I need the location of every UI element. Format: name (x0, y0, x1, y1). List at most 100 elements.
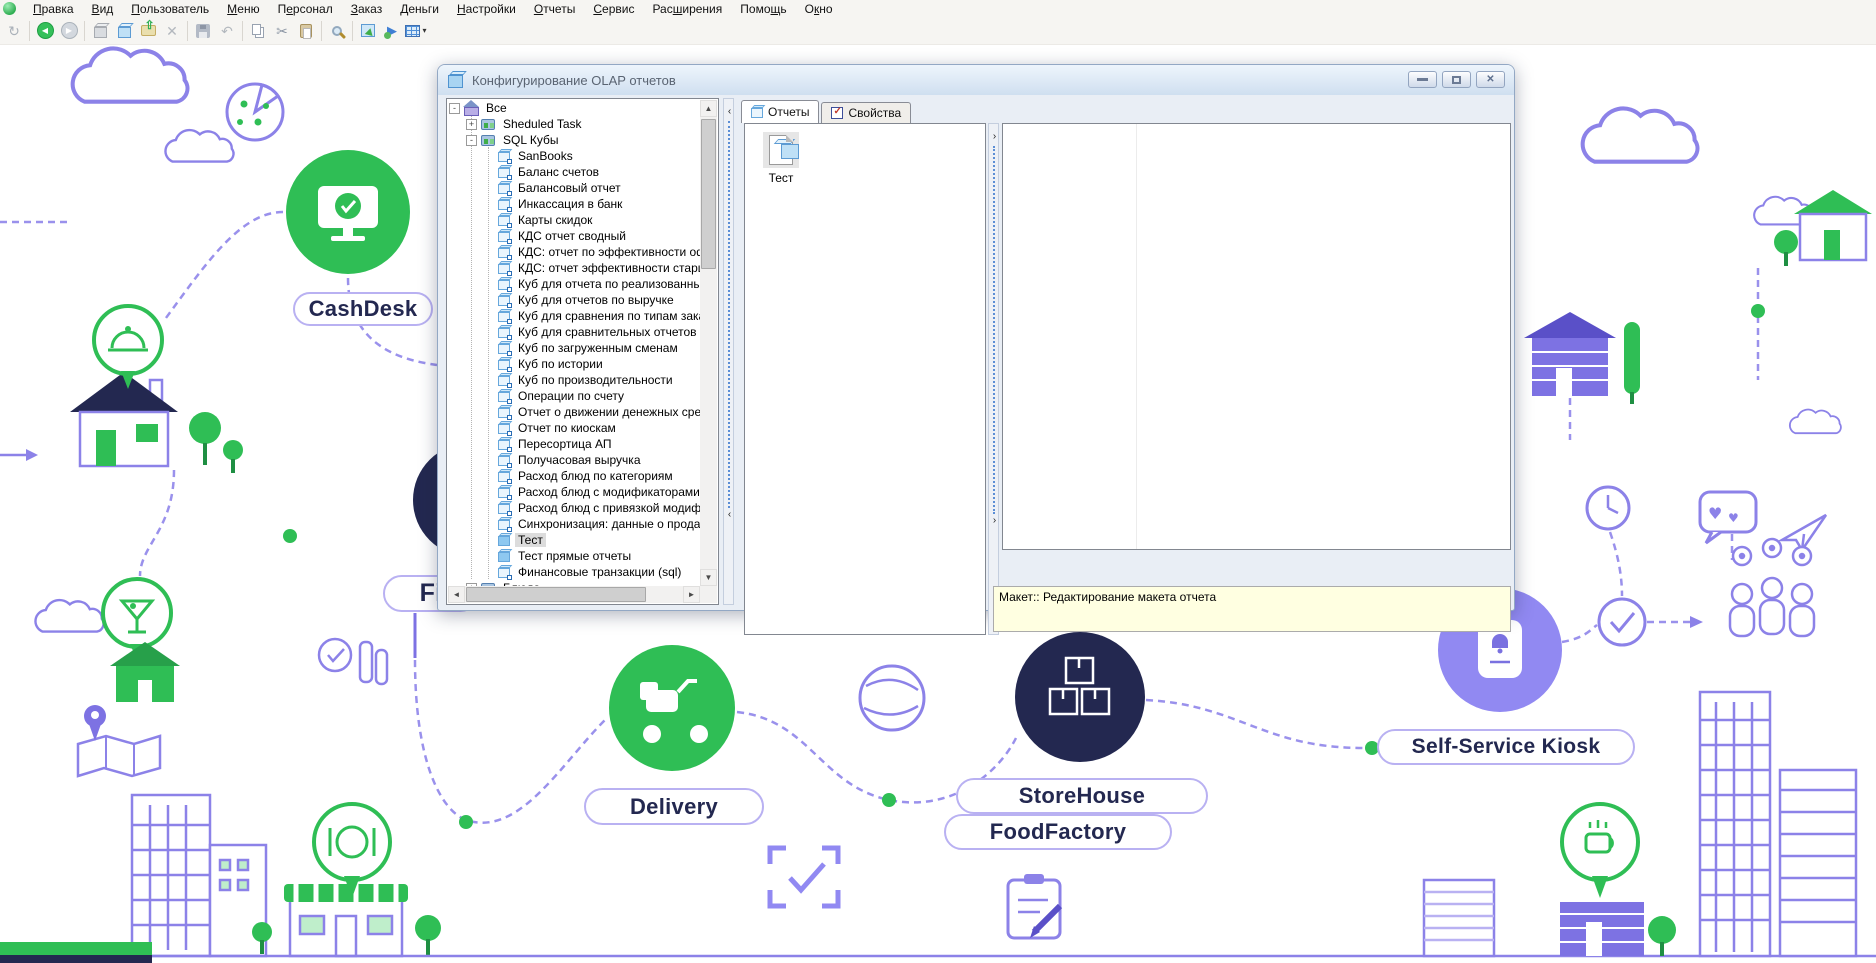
menu-item-0[interactable]: Правка (24, 1, 83, 17)
tree-item[interactable]: Отчет о движении денежных средс (447, 404, 700, 420)
scroll-thumb[interactable] (466, 587, 646, 602)
tree-item[interactable]: Расход блюд с модификаторами (447, 484, 700, 500)
toolbar-separator (352, 21, 353, 41)
menu-item-2[interactable]: Пользователь (122, 1, 218, 17)
report-cube-icon (763, 132, 799, 168)
minimize-button[interactable] (1408, 71, 1437, 88)
search-button[interactable] (325, 19, 349, 43)
toolbar-separator (321, 21, 322, 41)
collapse-right-icon[interactable]: › (989, 130, 1000, 144)
back-button[interactable]: ◀ (33, 19, 57, 43)
collapse-icon[interactable]: - (449, 103, 460, 114)
tree-item[interactable]: Получасовая выручка (447, 452, 700, 468)
undo-button[interactable]: ↶ (215, 19, 239, 43)
copy-button[interactable] (246, 19, 270, 43)
edit-cube-button[interactable] (112, 19, 136, 43)
dialog-titlebar[interactable]: Конфигурирование OLAP отчетов ✕ (438, 65, 1514, 95)
storehouse-icon (1015, 632, 1145, 762)
menu-item-6[interactable]: Деньги (391, 1, 448, 17)
tree-item[interactable]: Финансовые транзакции (sql) (447, 564, 700, 580)
tree-item-label: Куб по загруженным сменам (515, 341, 681, 355)
cube-icon (498, 408, 510, 418)
collapse-left-icon[interactable]: ‹ (724, 105, 735, 119)
tree-item[interactable]: Синхронизация: данные о продажа (447, 516, 700, 532)
scroll-down-icon[interactable]: ▼ (700, 569, 717, 586)
tree-item-label: Куб для отчета по реализованным (515, 277, 700, 291)
tree-item[interactable]: -SQL Кубы (447, 132, 700, 148)
forward-button[interactable]: ▶ (57, 19, 81, 43)
move-button[interactable]: ▶ (380, 19, 404, 43)
save-button[interactable] (191, 19, 215, 43)
copy-icon (252, 24, 261, 35)
tree-item[interactable]: КДС: отчет эффективности старши (447, 260, 700, 276)
tree-item[interactable]: Куб по загруженным сменам (447, 340, 700, 356)
tree-splitter[interactable]: ‹ ‹ (723, 98, 734, 605)
maximize-button[interactable] (1442, 71, 1471, 88)
tree-item[interactable]: Операции по счету (447, 388, 700, 404)
tree-item[interactable]: Карты скидок (447, 212, 700, 228)
tree-item-label: Отчет о движении денежных средс (515, 405, 700, 419)
tree-item[interactable]: Расход блюд по категориям (447, 468, 700, 484)
tree-item[interactable]: Пересортица АП (447, 436, 700, 452)
tree-item[interactable]: Инкассация в банк (447, 196, 700, 212)
sync-button[interactable] (356, 19, 380, 43)
panel-splitter[interactable]: › › (988, 123, 999, 635)
delete-button[interactable]: ✕ (160, 19, 184, 43)
tree-item[interactable]: КДС: отчет по эффективности офи (447, 244, 700, 260)
paste-button[interactable] (294, 19, 318, 43)
menu-item-3[interactable]: Меню (218, 1, 268, 17)
tree-item[interactable]: Тест (447, 532, 700, 548)
tree-item[interactable]: +Sheduled Task (447, 116, 700, 132)
tree-item[interactable]: Расход блюд с привязкой модифик (447, 500, 700, 516)
expand-icon[interactable]: + (466, 119, 477, 130)
menu-item-11[interactable]: Помощь (731, 1, 795, 17)
menu-item-8[interactable]: Отчеты (525, 1, 585, 17)
menu-item-12[interactable]: Окно (796, 1, 842, 17)
tree-item[interactable]: Куб по истории (447, 356, 700, 372)
tree-item[interactable]: Отчет по киоскам (447, 420, 700, 436)
import-button[interactable] (136, 19, 160, 43)
tree-item[interactable]: Баланс счетов (447, 164, 700, 180)
menu-item-5[interactable]: Заказ (342, 1, 391, 17)
scroll-thumb[interactable] (701, 119, 716, 269)
scroll-up-icon[interactable]: ▲ (700, 100, 717, 117)
tree-item[interactable]: Куб для сравнительных отчетов (447, 324, 700, 340)
tree-item[interactable]: Тест прямые отчеты (447, 548, 700, 564)
tree-item-label: КДС: отчет по эффективности офи (515, 245, 700, 259)
new-cube-button[interactable] (88, 19, 112, 43)
tree-item[interactable]: Куб по производительности (447, 372, 700, 388)
tree-item-label: Пересортица АП (515, 437, 614, 451)
cube-group-icon (481, 119, 495, 130)
collapse-left-icon[interactable]: ‹ (724, 508, 735, 522)
cube-icon (498, 344, 510, 354)
edit-cube-icon (118, 27, 131, 38)
refresh-button[interactable]: ↻ (2, 19, 26, 43)
tree-item[interactable]: Балансовый отчет (447, 180, 700, 196)
layout-button[interactable]: ▾ (404, 19, 428, 43)
tree-horizontal-scrollbar[interactable]: ◄ ► (448, 586, 717, 603)
scroll-right-icon[interactable]: ► (683, 586, 700, 603)
collapse-icon[interactable]: - (466, 135, 477, 146)
cut-button[interactable]: ✂ (270, 19, 294, 43)
app-logo-icon[interactable] (3, 2, 16, 15)
menu-item-7[interactable]: Настройки (448, 1, 525, 17)
tab-reports[interactable]: Отчеты (741, 100, 819, 123)
collapse-right-icon[interactable]: › (989, 514, 1000, 528)
menu-item-10[interactable]: Расширения (643, 1, 731, 17)
menu-item-9[interactable]: Сервис (584, 1, 643, 17)
tab-properties[interactable]: Свойства (821, 102, 911, 123)
coffee-pin-icon (1562, 804, 1638, 898)
tree-vertical-scrollbar[interactable]: ▲ ▼ (700, 100, 717, 586)
close-button[interactable]: ✕ (1476, 71, 1505, 88)
tree-item[interactable]: Куб для отчета по реализованным (447, 276, 700, 292)
scroll-left-icon[interactable]: ◄ (448, 586, 465, 603)
menu-item-4[interactable]: Персонал (269, 1, 342, 17)
tree-item[interactable]: -Все (447, 100, 700, 116)
tree-item[interactable]: Куб для отчетов по выручке (447, 292, 700, 308)
report-item-test[interactable]: Тест (757, 132, 805, 185)
menu-item-1[interactable]: Вид (83, 1, 123, 17)
cube-icon (498, 232, 510, 242)
tree-item[interactable]: SanBooks (447, 148, 700, 164)
tree-item[interactable]: Куб для сравнения по типам заказ (447, 308, 700, 324)
tree-item[interactable]: КДС отчет сводный (447, 228, 700, 244)
